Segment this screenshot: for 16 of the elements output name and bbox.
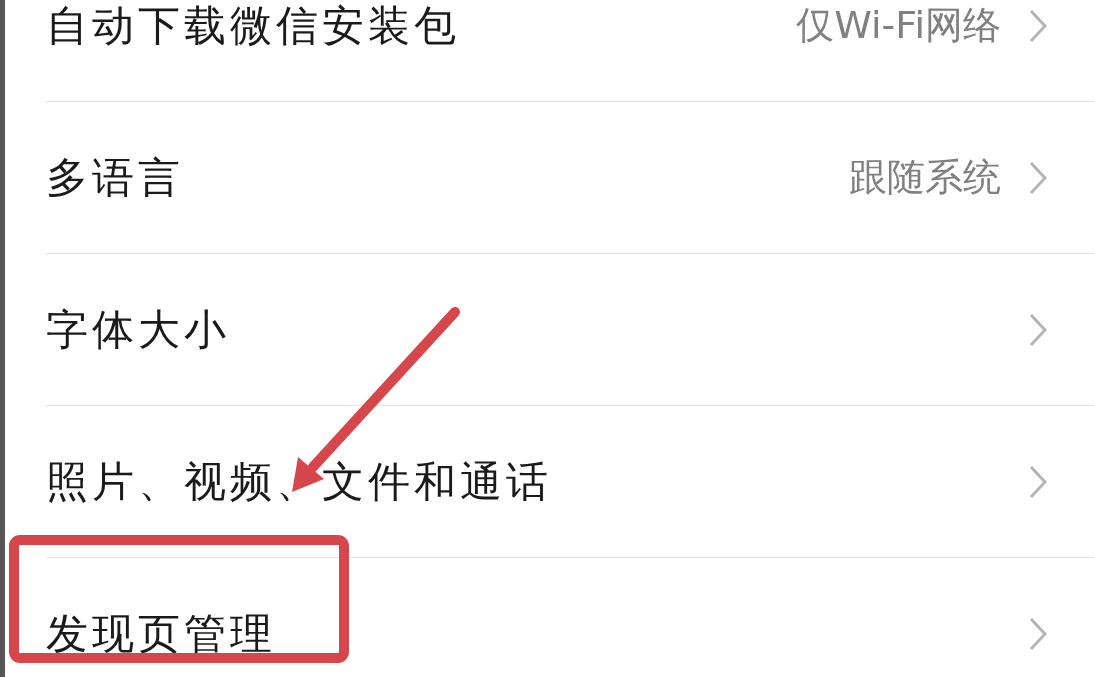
settings-row[interactable]: 自动下载微信安装包 仅Wi-Fi网络 <box>46 0 1095 102</box>
chevron-icon <box>1029 160 1047 195</box>
chevron-icon <box>1029 616 1047 651</box>
row-label: 字体大小 <box>46 303 231 356</box>
settings-row[interactable]: 发现页管理 <box>46 558 1095 677</box>
row-value: 跟随系统 <box>849 154 1001 201</box>
row-label: 发现页管理 <box>46 607 277 660</box>
row-label: 自动下载微信安装包 <box>46 0 461 52</box>
settings-row[interactable]: 多语言 跟随系统 <box>46 102 1095 254</box>
row-value: 仅Wi-Fi网络 <box>796 2 1001 49</box>
settings-row[interactable]: 字体大小 <box>46 254 1095 406</box>
row-label: 照片、视频、文件和通话 <box>46 455 553 508</box>
chevron-icon <box>1029 312 1047 347</box>
row-label: 多语言 <box>46 151 185 204</box>
chevron-icon <box>1029 464 1047 499</box>
chevron-icon <box>1029 8 1047 43</box>
